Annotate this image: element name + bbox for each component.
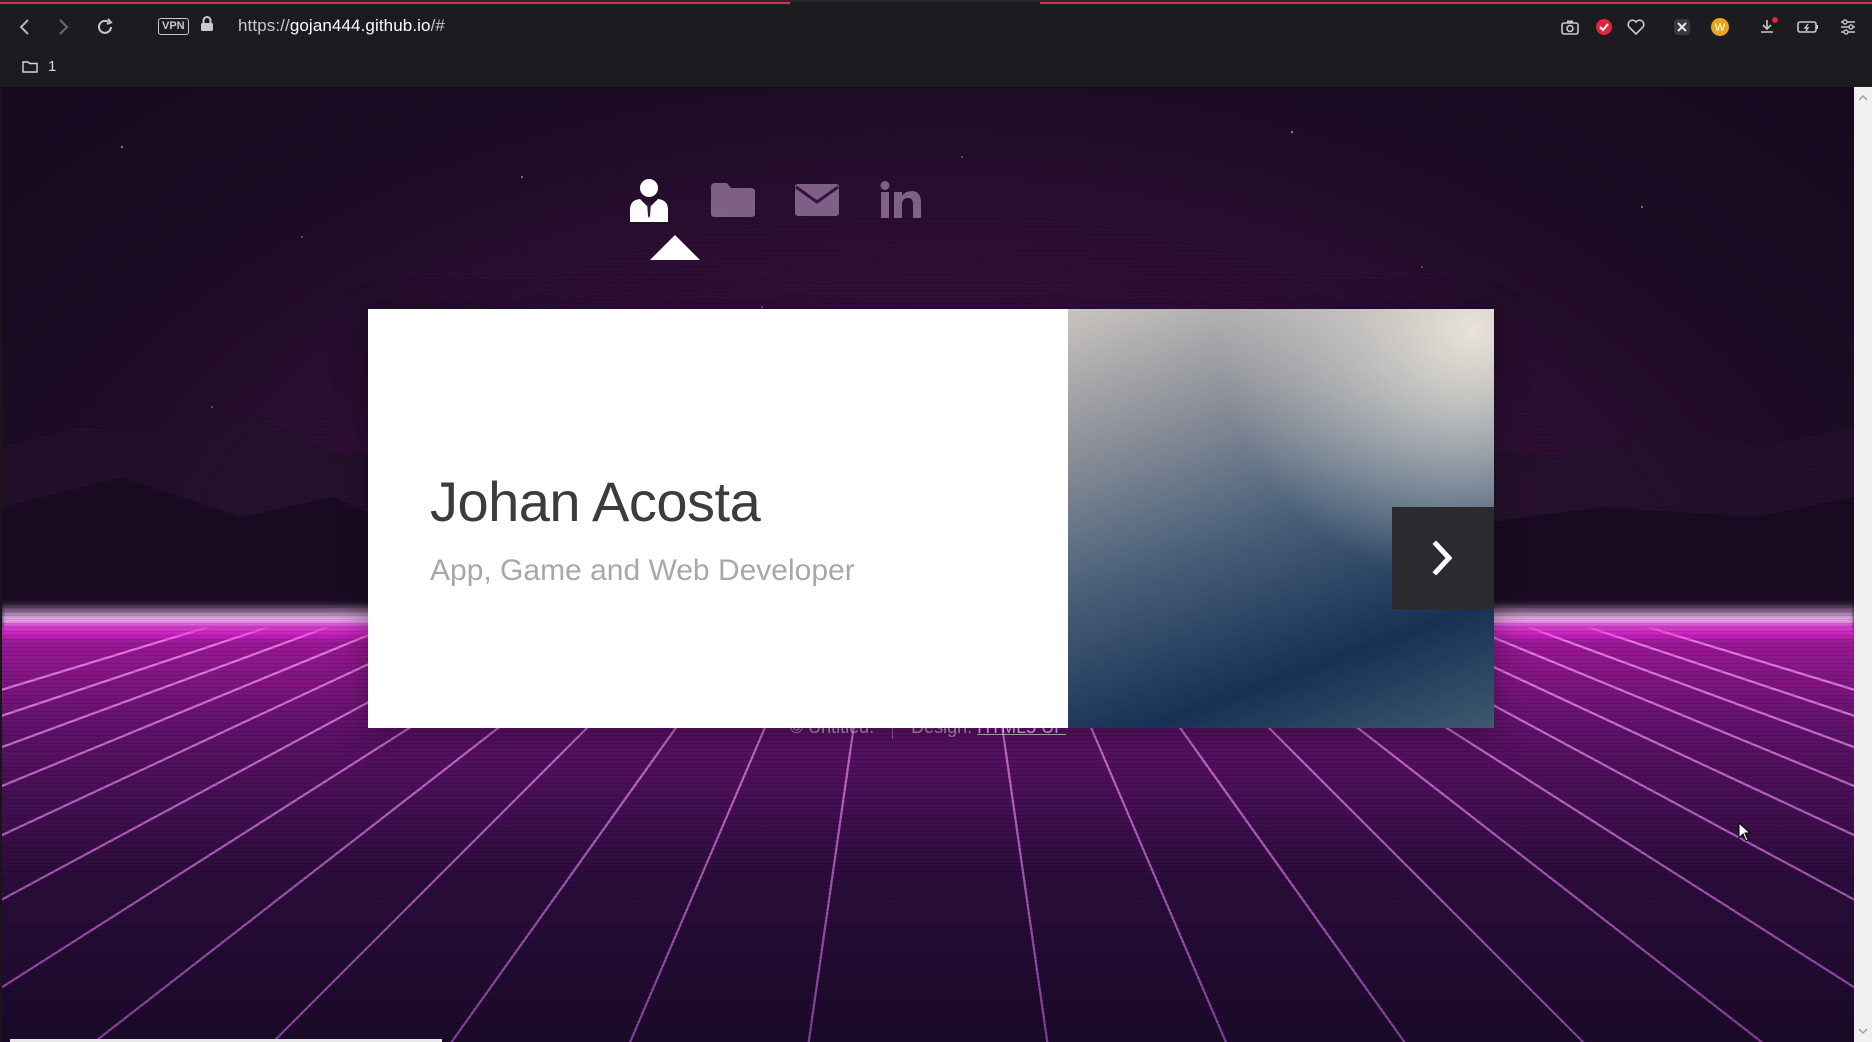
copyright-text: © Untitled. [789, 717, 875, 737]
menu-icon[interactable] [1836, 15, 1860, 39]
url-suffix: /# [430, 16, 445, 35]
camera-icon[interactable] [1558, 15, 1582, 39]
tab-indicator [0, 2, 790, 4]
battery-icon[interactable] [1796, 15, 1820, 39]
next-button[interactable] [1392, 507, 1494, 609]
scroll-up-icon [1858, 95, 1868, 101]
tagline: App, Game and Web Developer [430, 554, 855, 587]
download-icon[interactable] [1756, 15, 1780, 39]
site-nav [2, 170, 1854, 230]
folder-icon [22, 61, 38, 73]
footer-divider [892, 717, 894, 740]
url-host: gojan444.github.io [289, 16, 431, 35]
svg-text:W: W [1715, 22, 1726, 34]
bookmarks-bar: 1 [0, 49, 1872, 87]
chevron-right-icon [59, 19, 69, 35]
nav-work[interactable] [703, 170, 763, 230]
nav-linkedin[interactable] [871, 170, 931, 230]
active-nav-pointer [650, 235, 700, 260]
lock-icon[interactable] [200, 16, 214, 37]
nav-contact[interactable] [787, 170, 847, 230]
reload-icon [98, 18, 113, 34]
shield-icon[interactable] [1592, 15, 1616, 39]
envelope-icon [795, 184, 839, 216]
user-icon [630, 179, 668, 222]
bookmark-folder[interactable]: 1 [22, 58, 56, 75]
chevron-right-icon [1432, 541, 1453, 575]
reload-button[interactable] [92, 14, 118, 40]
intro-panel: Johan Acosta App, Game and Web Developer [368, 309, 1494, 728]
vertical-scrollbar[interactable] [1854, 87, 1872, 1042]
url-prefix: https:// [238, 16, 290, 35]
address-bar[interactable]: https://gojan444.github.io/# [238, 16, 445, 36]
nav-about[interactable] [619, 170, 679, 230]
extension-icon[interactable] [1670, 15, 1694, 39]
vpn-badge[interactable]: VPN [158, 18, 189, 35]
mouse-cursor-icon [1738, 822, 1752, 842]
page-viewport: Johan Acosta App, Game and Web Developer… [2, 87, 1854, 1042]
scroll-down-icon [1858, 1028, 1868, 1034]
site-footer: © Untitled. Design: HTML5 UP [2, 717, 1854, 740]
bookmark-folder-label: 1 [48, 58, 57, 75]
linkedin-icon [880, 181, 921, 218]
heart-icon[interactable] [1624, 15, 1648, 39]
design-label: Design: [911, 717, 973, 737]
wallet-icon[interactable]: W [1708, 15, 1732, 39]
intro-text: Johan Acosta App, Game and Web Developer [430, 469, 855, 588]
folder-icon [711, 183, 755, 217]
forward-button[interactable] [50, 14, 76, 40]
design-credit-link[interactable]: HTML5 UP [977, 717, 1066, 737]
page-title: Johan Acosta [430, 470, 761, 533]
chevron-left-icon [19, 19, 29, 35]
tab-indicator [1040, 2, 1872, 4]
browser-toolbar: VPN https://gojan444.github.io/# W [0, 0, 1872, 49]
back-button[interactable] [12, 14, 38, 40]
